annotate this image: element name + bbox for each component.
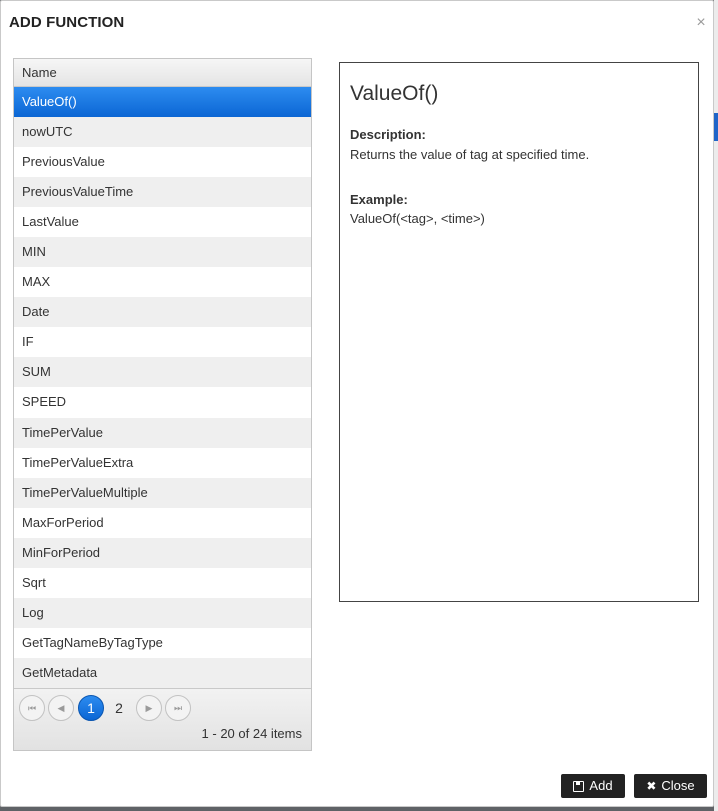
grid-row[interactable]: Log — [14, 597, 311, 628]
dialog-title: ADD FUNCTION — [9, 14, 125, 31]
save-icon — [573, 780, 585, 792]
grid-pager: ⏮ ◀ 1 2 ▶ ⏭ 1 - 20 of 24 items — [14, 688, 311, 750]
grid-row[interactable]: PreviousValueTime — [14, 177, 311, 208]
function-name: ValueOf() — [350, 82, 439, 105]
prev-page-icon[interactable]: ◀ — [48, 695, 74, 721]
page-button-1[interactable]: 1 — [78, 695, 104, 721]
description-label: Description: — [350, 127, 426, 142]
add-button-label: Add — [589, 778, 613, 793]
background-accent-band — [714, 113, 718, 141]
grid-row[interactable]: PreviousValue — [14, 147, 311, 177]
grid-row[interactable]: Sqrt — [14, 568, 311, 598]
grid-row[interactable]: GetMetadata — [14, 657, 311, 688]
grid-row[interactable]: TimePerValue — [14, 417, 311, 448]
x-icon: ✖ — [646, 779, 657, 793]
background-page-edge — [714, 0, 718, 811]
grid-row[interactable]: TimePerValueMultiple — [14, 477, 311, 508]
example-text: ValueOf(<tag>, <time>) — [350, 211, 485, 226]
first-page-icon[interactable]: ⏮ — [19, 695, 45, 721]
close-button[interactable]: ✖ Close — [634, 774, 707, 798]
next-page-icon[interactable]: ▶ — [136, 695, 162, 721]
function-grid: Name ValueOf() nowUTC PreviousValue Previou… — [13, 58, 312, 751]
grid-row[interactable]: GetTagNameByTagType — [14, 628, 311, 658]
example-label: Example: — [350, 192, 408, 207]
add-button[interactable]: Add — [561, 774, 625, 798]
last-page-icon[interactable]: ⏭ — [165, 695, 191, 721]
column-header-name[interactable]: Name — [14, 59, 311, 87]
grid-row[interactable]: Date — [14, 297, 311, 328]
page-button-2[interactable]: 2 — [106, 695, 132, 721]
dialog-close-icon[interactable]: × — [694, 14, 708, 32]
grid-row[interactable]: MaxForPeriod — [14, 508, 311, 538]
grid-row[interactable]: SPEED — [14, 387, 311, 417]
grid-row[interactable]: ValueOf() — [14, 87, 311, 118]
pager-info: 1 - 20 of 24 items — [201, 726, 302, 741]
grid-row[interactable]: MIN — [14, 237, 311, 268]
grid-row[interactable]: SUM — [14, 357, 311, 388]
close-button-label: Close — [661, 778, 695, 793]
grid-row[interactable]: MinForPeriod — [14, 537, 311, 568]
grid-row[interactable]: IF — [14, 327, 311, 357]
function-detail-panel: ValueOf() Description: Returns the value… — [339, 62, 699, 602]
grid-body: ValueOf() nowUTC PreviousValue PreviousValu… — [14, 87, 311, 688]
add-function-dialog: ADD FUNCTION × Name ValueOf() nowUTC Previ… — [0, 0, 714, 807]
description-text: Returns the value of tag at specified ti… — [350, 147, 590, 162]
grid-row[interactable]: nowUTC — [14, 117, 311, 148]
grid-row[interactable]: TimePerValueExtra — [14, 448, 311, 478]
grid-row[interactable]: LastValue — [14, 207, 311, 237]
grid-row[interactable]: MAX — [14, 267, 311, 297]
